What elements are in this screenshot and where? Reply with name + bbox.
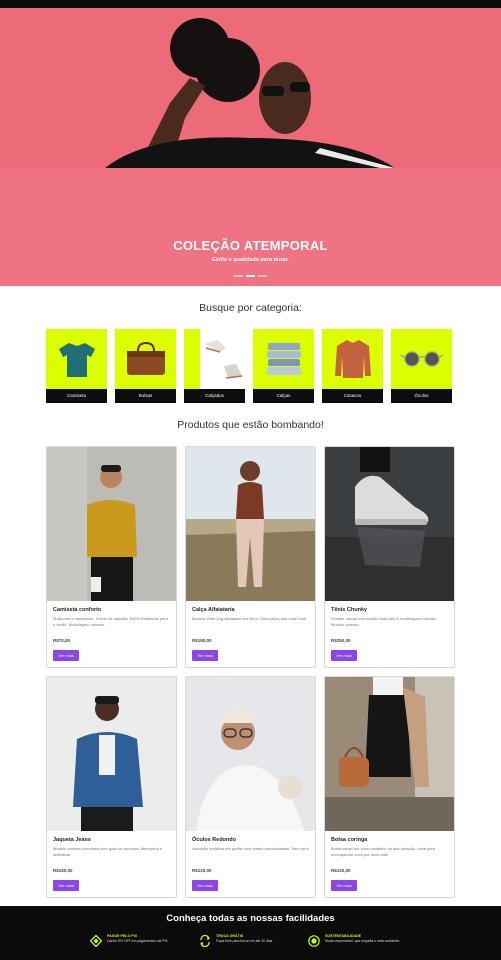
tshirt-icon xyxy=(46,329,107,389)
view-more-button[interactable]: Ver mais xyxy=(331,880,357,891)
product-price: R$250,00 xyxy=(331,638,351,643)
category-shoes[interactable]: Calçados xyxy=(184,329,245,403)
categories-title: Busque por categoria: xyxy=(199,302,302,314)
category-label: Bolsas xyxy=(115,389,176,403)
category-list: Camiseta Bolsas Calçados Calças Casacos … xyxy=(46,329,452,403)
product-name: Calça Alfaiataria xyxy=(192,607,235,613)
view-more-button[interactable]: Ver mais xyxy=(192,880,218,891)
view-more-button[interactable]: Ver mais xyxy=(53,650,79,661)
product-image xyxy=(325,447,454,601)
category-pants[interactable]: Calças xyxy=(253,329,314,403)
carousel-dot-active[interactable] xyxy=(246,275,255,277)
product-image xyxy=(186,677,315,831)
products-title: Produtos que estão bombando! xyxy=(177,419,324,431)
product-card[interactable]: Bolsa coringa Bolsa camel em couro sinté… xyxy=(324,676,455,898)
product-description: Modelo unissex oversized com gola de cam… xyxy=(53,846,162,857)
product-description: Modelo Wide Leg alfaiataria em linho. Um… xyxy=(192,616,307,621)
product-card[interactable]: Calça Alfaiataria Modelo Wide Leg alfaia… xyxy=(185,446,316,668)
product-price: R$70,00 xyxy=(53,638,71,643)
feature-pix: PAGUE PELO PIX Ganhe 5% OFF em pagamento… xyxy=(89,934,168,948)
bag-icon xyxy=(115,329,176,389)
exchange-icon xyxy=(199,934,211,948)
pix-icon xyxy=(89,934,103,948)
product-name: Camiseta conforto xyxy=(53,607,102,613)
product-price: R$180,00 xyxy=(192,638,212,643)
footer-title: Conheça todas as nossas facilidades xyxy=(166,913,335,924)
feature-description: Fique livre para trocar em até 30 dias. xyxy=(216,939,274,943)
product-price: R$150,00 xyxy=(53,868,73,873)
category-glasses[interactable]: Óculos xyxy=(391,329,452,403)
category-label: Óculos xyxy=(391,389,452,403)
pants-icon xyxy=(253,329,314,389)
product-description: Armação metálica em grafite com lentes a… xyxy=(192,846,309,851)
product-card[interactable]: Camiseta conforto Multicores e tamanhos.… xyxy=(46,446,177,668)
product-card[interactable]: Óculos Redondo Armação metálica em grafi… xyxy=(185,676,316,898)
shoes-icon xyxy=(200,329,245,389)
view-more-button[interactable]: Ver mais xyxy=(53,880,79,891)
product-card[interactable]: Tênis Chunky Snicker casual com solado m… xyxy=(324,446,455,668)
top-bar xyxy=(0,0,501,8)
hero-subtitle: Estilo e qualidade para durar. xyxy=(212,257,289,263)
product-name: Bolsa coringa xyxy=(331,837,368,843)
category-label: Calçados xyxy=(184,389,245,403)
glasses-icon xyxy=(391,329,452,389)
view-more-button[interactable]: Ver mais xyxy=(192,650,218,661)
product-description: Multicores e tamanhos. Tecido de algodão… xyxy=(53,616,168,627)
hero-banner[interactable]: COLEÇÃO ATEMPORAL Estilo e qualidade par… xyxy=(0,8,501,286)
view-more-button[interactable]: Ver mais xyxy=(331,650,357,661)
category-tshirt[interactable]: Camiseta xyxy=(46,329,107,403)
product-name: Tênis Chunky xyxy=(331,607,368,613)
feature-description: Ganhe 5% OFF em pagamentos via PIX xyxy=(107,939,168,943)
product-grid: Camiseta conforto Multicores e tamanhos.… xyxy=(46,446,455,898)
coat-icon xyxy=(322,329,383,389)
category-label: Camiseta xyxy=(46,389,107,403)
feature-description: Moda responsável, que respeita o meio am… xyxy=(325,939,401,943)
product-price: R$120,00 xyxy=(192,868,212,873)
product-image xyxy=(47,447,176,601)
product-card[interactable]: Jaqueta Jeans Modelo unissex oversized c… xyxy=(46,676,177,898)
category-label: Casacos xyxy=(322,389,383,403)
product-image xyxy=(325,677,454,831)
leaf-icon xyxy=(308,934,320,947)
hero-photo xyxy=(0,8,501,168)
product-image xyxy=(47,677,176,831)
product-image xyxy=(186,447,315,601)
product-name: Jaqueta Jeans xyxy=(53,837,91,843)
footer: Conheça todas as nossas facilidades PAGU… xyxy=(0,906,501,960)
category-coats[interactable]: Casacos xyxy=(322,329,383,403)
category-label: Calças xyxy=(253,389,314,403)
category-bags[interactable]: Bolsas xyxy=(115,329,176,403)
carousel-dots xyxy=(0,275,501,277)
product-description: Bolsa camel em couro sintético de alta d… xyxy=(331,846,436,857)
feature-sustainability: SUSTENTABILIDADE Moda responsável, que r… xyxy=(308,934,405,947)
product-price: R$120,00 xyxy=(331,868,351,873)
product-description: Snicker casual com solado mais alto e mo… xyxy=(331,616,437,627)
hero-title: COLEÇÃO ATEMPORAL xyxy=(173,238,328,253)
feature-exchange: TROCA GRÁTIS Fique livre para trocar em … xyxy=(199,934,274,948)
carousel-dot[interactable] xyxy=(234,275,243,277)
carousel-dot[interactable] xyxy=(258,275,267,277)
product-name: Óculos Redondo xyxy=(192,837,236,843)
